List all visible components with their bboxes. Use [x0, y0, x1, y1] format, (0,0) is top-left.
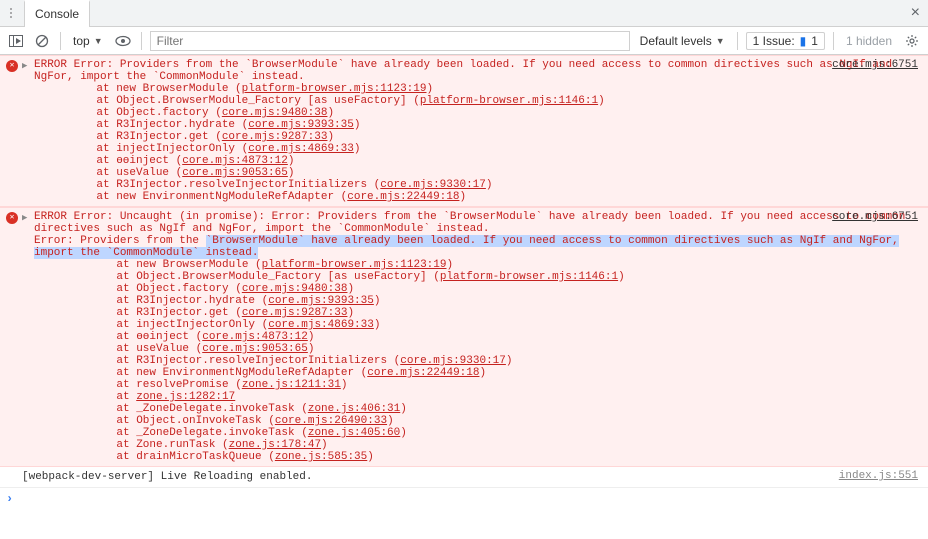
- stack-frame-link[interactable]: platform-browser.mjs:1146:1: [440, 271, 618, 283]
- stack-frame-link[interactable]: platform-browser.mjs:1123:19: [262, 259, 447, 271]
- toggle-sidebar-button[interactable]: [6, 31, 26, 51]
- settings-button[interactable]: [902, 31, 922, 51]
- stack-frame: at R3Injector.resolveInjectorInitializer…: [70, 355, 920, 367]
- log-levels-selector[interactable]: Default levels ▼: [636, 34, 729, 48]
- stack-frame: at ɵɵinject (core.mjs:4873:12): [70, 155, 920, 167]
- stack-frame-link[interactable]: core.mjs:9287:33: [242, 307, 348, 319]
- stack-frame-link[interactable]: zone.js:405:60: [308, 427, 400, 439]
- issues-button[interactable]: 1 Issue: ▮ 1: [746, 32, 825, 50]
- stack-frame: at ɵɵinject (core.mjs:4873:12): [70, 331, 920, 343]
- stack-frame: at resolvePromise (zone.js:1211:31): [70, 379, 920, 391]
- stack-frame: at R3Injector.get (core.mjs:9287:33): [70, 307, 920, 319]
- stack-frame-link[interactable]: platform-browser.mjs:1123:19: [242, 83, 427, 95]
- chevron-down-icon: ▼: [716, 36, 725, 46]
- stack-frame-link[interactable]: core.mjs:9053:65: [182, 167, 288, 179]
- error-detail-line: Error: Providers from the `BrowserModule…: [34, 235, 899, 259]
- stack-frame: at Object.factory (core.mjs:9480:38): [70, 107, 920, 119]
- issues-count: 1: [811, 34, 818, 48]
- context-label: top: [73, 34, 90, 48]
- stack-frame-link[interactable]: core.mjs:9480:38: [242, 283, 348, 295]
- stack-frame: at _ZoneDelegate.invokeTask (zone.js:406…: [70, 403, 920, 415]
- divider: [141, 32, 142, 50]
- stack-frame-link[interactable]: core.mjs:9330:17: [380, 179, 486, 191]
- stack-frame: at Object.BrowserModule_Factory [as useF…: [70, 271, 920, 283]
- console-toolbar: top ▼ Default levels ▼ 1 Issue: ▮ 1 1 hi…: [0, 27, 928, 55]
- error-message: ERROR Error: Uncaught (in promise): Erro…: [34, 211, 905, 235]
- stack-frame-link[interactable]: core.mjs:4869:33: [268, 319, 374, 331]
- error-message: ERROR Error: Providers from the `Browser…: [34, 59, 892, 83]
- stack-frame-link[interactable]: core.mjs:9330:17: [400, 355, 506, 367]
- console-log-entry[interactable]: index.js:551 [webpack-dev-server] Live R…: [0, 467, 928, 488]
- stack-trace: at new BrowserModule (platform-browser.m…: [34, 83, 920, 203]
- stack-frame: at new EnvironmentNgModuleRefAdapter (co…: [70, 367, 920, 379]
- tab-console[interactable]: Console: [24, 0, 90, 27]
- source-link[interactable]: core.mjs:6751: [832, 211, 918, 223]
- disclosure-triangle-icon[interactable]: ▶: [22, 59, 30, 71]
- stack-frame-link[interactable]: core.mjs:9053:65: [202, 343, 308, 355]
- drag-handle-icon[interactable]: [4, 8, 18, 18]
- console-error-entry[interactable]: core.mjs:6751 ▶ ERROR Error: Uncaught (i…: [0, 207, 928, 467]
- stack-frame: at drainMicroTaskQueue (zone.js:585:35): [70, 451, 920, 463]
- stack-frame: at injectInjectorOnly (core.mjs:4869:33): [70, 319, 920, 331]
- stack-frame-link[interactable]: zone.js:1211:31: [242, 379, 341, 391]
- stack-frame-link[interactable]: core.mjs:4873:12: [182, 155, 288, 167]
- chevron-down-icon: ▼: [94, 36, 103, 46]
- divider: [60, 32, 61, 50]
- filter-input[interactable]: [150, 31, 630, 51]
- error-icon: [6, 60, 18, 72]
- prompt-caret-icon: ›: [6, 492, 13, 506]
- stack-frame-link[interactable]: core.mjs:22449:18: [347, 191, 459, 203]
- stack-frame: at R3Injector.get (core.mjs:9287:33): [70, 131, 920, 143]
- stack-frame: at new EnvironmentNgModuleRefAdapter (co…: [70, 191, 920, 203]
- stack-frame-link[interactable]: core.mjs:4869:33: [248, 143, 354, 155]
- stack-frame: at zone.js:1282:17: [70, 391, 920, 403]
- source-link[interactable]: core.mjs:6751: [832, 59, 918, 71]
- stack-frame-link[interactable]: core.mjs:22449:18: [367, 367, 479, 379]
- source-link[interactable]: index.js:551: [839, 470, 918, 482]
- stack-frame: at Object.BrowserModule_Factory [as useF…: [70, 95, 920, 107]
- issues-label: 1 Issue:: [753, 34, 795, 48]
- stack-frame-link[interactable]: core.mjs:9393:35: [248, 119, 354, 131]
- stack-frame: at Object.onInvokeTask (core.mjs:26490:3…: [70, 415, 920, 427]
- live-expression-button[interactable]: [113, 31, 133, 51]
- stack-frame: at R3Injector.hydrate (core.mjs:9393:35): [70, 119, 920, 131]
- stack-frame: at useValue (core.mjs:9053:65): [70, 167, 920, 179]
- console-output: core.mjs:6751 ▶ ERROR Error: Providers f…: [0, 55, 928, 510]
- error-icon: [6, 212, 18, 224]
- stack-frame-link[interactable]: zone.js:585:35: [275, 451, 367, 463]
- panel-tab-header: Console ×: [0, 0, 928, 27]
- levels-label: Default levels: [640, 34, 712, 48]
- stack-frame: at R3Injector.resolveInjectorInitializer…: [70, 179, 920, 191]
- disclosure-triangle-icon[interactable]: ▶: [22, 211, 30, 223]
- stack-frame: at R3Injector.hydrate (core.mjs:9393:35): [70, 295, 920, 307]
- stack-frame-link[interactable]: platform-browser.mjs:1146:1: [420, 95, 598, 107]
- log-message: [webpack-dev-server] Live Reloading enab…: [22, 471, 312, 483]
- clear-console-button[interactable]: [32, 31, 52, 51]
- stack-frame: at _ZoneDelegate.invokeTask (zone.js:405…: [70, 427, 920, 439]
- stack-frame: at new BrowserModule (platform-browser.m…: [70, 259, 920, 271]
- stack-frame-link[interactable]: core.mjs:9480:38: [222, 107, 328, 119]
- stack-frame-link[interactable]: zone.js:1282:17: [136, 391, 235, 403]
- stack-trace: at new BrowserModule (platform-browser.m…: [34, 259, 920, 463]
- stack-frame-link[interactable]: zone.js:406:31: [308, 403, 400, 415]
- stack-frame: at Zone.runTask (zone.js:178:47): [70, 439, 920, 451]
- stack-frame: at Object.factory (core.mjs:9480:38): [70, 283, 920, 295]
- stack-frame-link[interactable]: core.mjs:9287:33: [222, 131, 328, 143]
- console-prompt[interactable]: ›: [0, 488, 928, 510]
- stack-frame-link[interactable]: core.mjs:9393:35: [268, 295, 374, 307]
- execution-context-selector[interactable]: top ▼: [69, 34, 107, 48]
- close-panel-button[interactable]: ×: [911, 4, 920, 22]
- divider: [737, 32, 738, 50]
- issue-icon: ▮: [800, 34, 807, 48]
- stack-frame-link[interactable]: zone.js:178:47: [229, 439, 321, 451]
- divider: [833, 32, 834, 50]
- console-error-entry[interactable]: core.mjs:6751 ▶ ERROR Error: Providers f…: [0, 55, 928, 207]
- stack-frame: at injectInjectorOnly (core.mjs:4869:33): [70, 143, 920, 155]
- hidden-messages-button[interactable]: 1 hidden: [842, 34, 896, 48]
- stack-frame-link[interactable]: core.mjs:4873:12: [202, 331, 308, 343]
- stack-frame: at new BrowserModule (platform-browser.m…: [70, 83, 920, 95]
- stack-frame: at useValue (core.mjs:9053:65): [70, 343, 920, 355]
- stack-frame-link[interactable]: core.mjs:26490:33: [275, 415, 387, 427]
